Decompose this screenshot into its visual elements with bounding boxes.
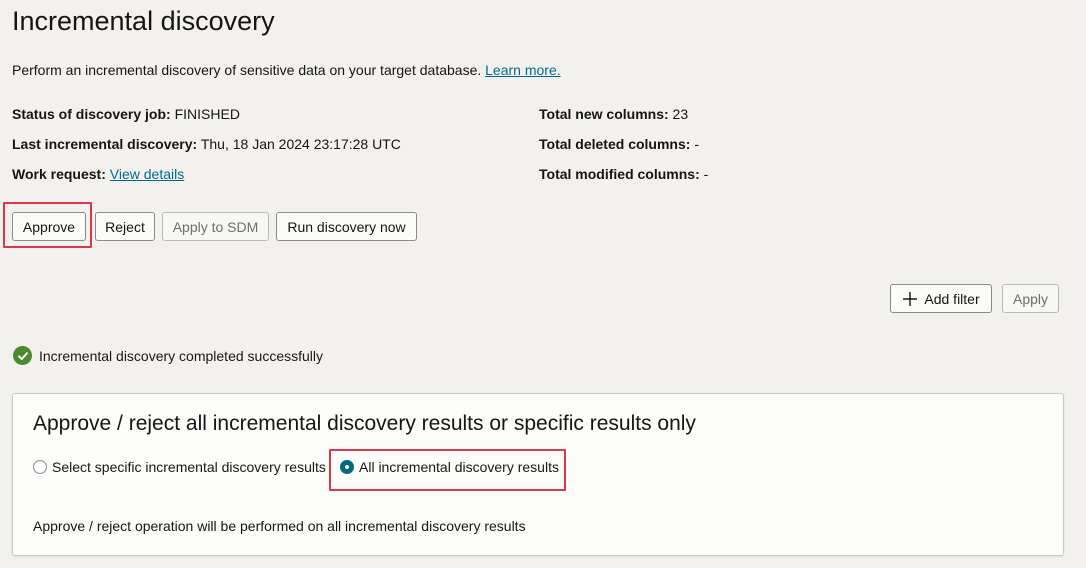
total-new-columns: Total new columns: 23 <box>539 106 688 122</box>
new-columns-label: Total new columns: <box>539 106 669 122</box>
success-check-icon <box>13 346 32 365</box>
radio-specific-label: Select specific incremental discovery re… <box>52 459 326 475</box>
radio-option-specific[interactable]: Select specific incremental discovery re… <box>33 459 326 475</box>
approve-button[interactable]: Approve <box>12 212 86 241</box>
work-request-label: Work request: <box>12 166 106 182</box>
last-incremental-discovery: Last incremental discovery: Thu, 18 Jan … <box>12 136 401 152</box>
last-discovery-value: Thu, 18 Jan 2024 23:17:28 UTC <box>200 136 401 152</box>
panel-title: Approve / reject all incremental discove… <box>33 412 696 435</box>
run-discovery-now-button[interactable]: Run discovery now <box>276 212 417 241</box>
modified-columns-value: - <box>703 166 709 182</box>
status-value: FINISHED <box>174 106 240 122</box>
operation-note: Approve / reject operation will be perfo… <box>33 518 526 534</box>
apply-filter-button[interactable]: Apply <box>1002 284 1059 313</box>
last-discovery-label: Last incremental discovery: <box>12 136 198 152</box>
view-details-link[interactable]: View details <box>110 166 184 182</box>
work-request: Work request: View details <box>12 166 184 182</box>
radio-option-all[interactable]: All incremental discovery results <box>340 459 559 475</box>
radio-all-label: All incremental discovery results <box>359 459 559 475</box>
radio-all[interactable] <box>340 460 354 474</box>
add-filter-label: Add filter <box>924 290 980 307</box>
approve-reject-panel: Approve / reject all incremental discove… <box>12 393 1064 556</box>
modified-columns-label: Total modified columns: <box>539 166 700 182</box>
page-title: Incremental discovery <box>12 6 275 36</box>
total-deleted-columns: Total deleted columns: - <box>539 136 699 152</box>
total-modified-columns: Total modified columns: - <box>539 166 708 182</box>
radio-specific[interactable] <box>33 460 47 474</box>
status-of-discovery-job: Status of discovery job: FINISHED <box>12 106 240 122</box>
reject-button[interactable]: Reject <box>95 212 155 241</box>
apply-to-sdm-button[interactable]: Apply to SDM <box>162 212 269 241</box>
success-message: Incremental discovery completed successf… <box>13 346 323 365</box>
add-filter-button[interactable]: Add filter <box>890 284 992 313</box>
learn-more-link[interactable]: Learn more. <box>485 62 560 78</box>
plus-icon <box>903 291 918 306</box>
success-message-text: Incremental discovery completed successf… <box>39 347 324 364</box>
deleted-columns-label: Total deleted columns: <box>539 136 691 152</box>
status-label: Status of discovery job: <box>12 106 171 122</box>
new-columns-value: 23 <box>672 106 689 122</box>
deleted-columns-value: - <box>694 136 699 152</box>
intro-text: Perform an incremental discovery of sens… <box>12 62 482 78</box>
page-description: Perform an incremental discovery of sens… <box>12 62 561 78</box>
